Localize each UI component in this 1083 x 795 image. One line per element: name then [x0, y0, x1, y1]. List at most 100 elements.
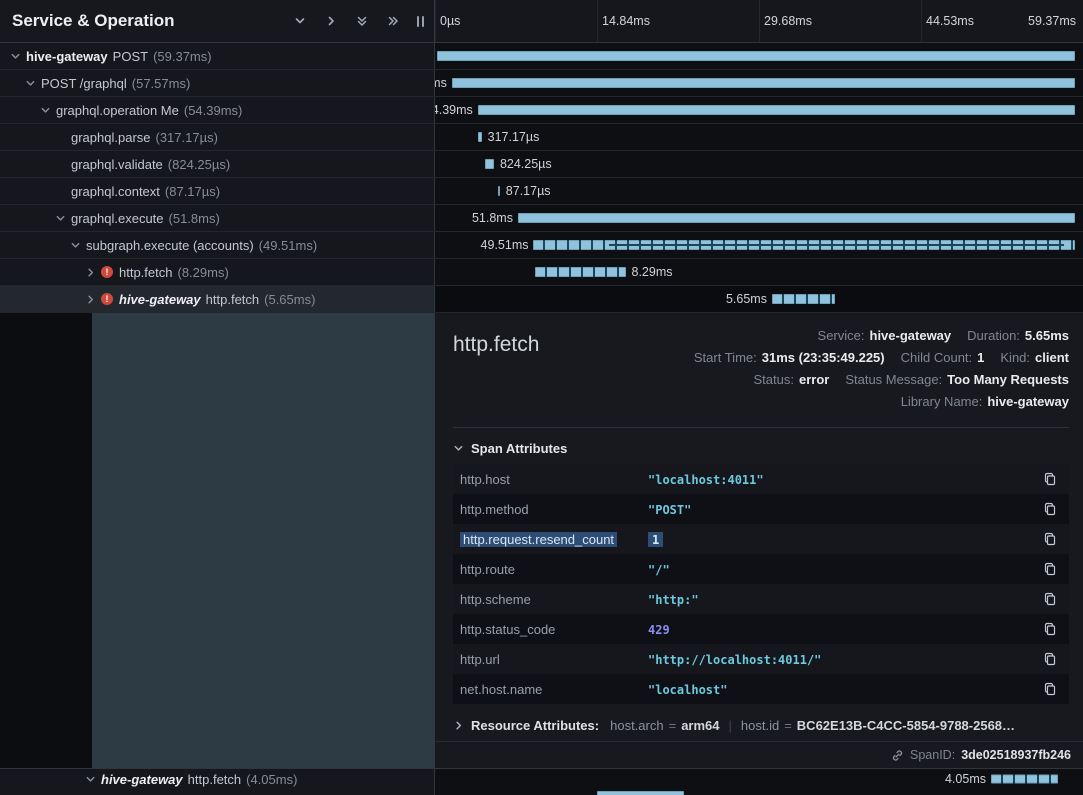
meta-kind: Kind:client	[1000, 350, 1069, 365]
span-attributes-toggle[interactable]: Span Attributes	[453, 441, 1069, 456]
link-icon[interactable]	[891, 749, 904, 762]
span-row-waterfall-cell: 87.17µs	[435, 178, 1083, 204]
resource-attributes-toggle[interactable]: Resource Attributes: host.arch=arm64|hos…	[453, 718, 1069, 733]
ruler-tick: 59.37ms	[1028, 14, 1076, 28]
span-row[interactable]: POST /graphql(57.57ms)57.57ms	[0, 70, 1083, 97]
span-bar[interactable]	[518, 213, 1075, 223]
span-row[interactable]: graphql.validate(824.25µs)824.25µs	[0, 151, 1083, 178]
copy-icon[interactable]	[1043, 472, 1057, 486]
span-duration: (87.17µs)	[165, 184, 220, 199]
span-row[interactable]: graphql.parse(317.17µs) 317.17µs	[0, 124, 1083, 151]
span-row[interactable]: graphql.context (87.17µs) 87.17µs	[0, 178, 1083, 205]
span-row[interactable]: hive-gatewayhttp.fetch(4.05ms)4.05ms	[0, 769, 1083, 789]
operation-name: http.fetch	[119, 265, 172, 280]
span-bar[interactable]	[498, 186, 500, 196]
spanid-label: SpanID:	[910, 748, 955, 762]
span-row[interactable]: subgraph.execute (accounts)(49.51ms)49.5…	[0, 232, 1083, 259]
span-row-selected[interactable]: !hive-gatewayhttp.fetch(5.65ms)5.65ms	[0, 286, 1083, 313]
span-row[interactable]: graphql.execute(51.8ms)51.8ms	[0, 205, 1083, 232]
meta-status: Status:error	[754, 372, 830, 387]
attribute-value-cell: "POST"	[648, 502, 1033, 517]
span-attributes-title: Span Attributes	[471, 441, 567, 456]
ruler-tick: 29.68ms	[764, 14, 812, 28]
copy-icon[interactable]	[1043, 592, 1057, 606]
bar-stripe	[609, 244, 1064, 246]
span-row-waterfall-cell: 51.8ms	[435, 205, 1083, 231]
span-detail-panel: http.fetch Service:hive-gatewayDuration:…	[435, 313, 1083, 768]
collapse-all-icon[interactable]	[356, 15, 368, 27]
copy-icon[interactable]	[1043, 502, 1057, 516]
topbar: Service & Operation 0µs14.84ms29.68ms44.…	[0, 0, 1083, 43]
selected-span-gutter	[0, 313, 435, 768]
span-bar[interactable]	[597, 791, 684, 795]
selected-span-indent-block	[92, 313, 434, 768]
attribute-value-cell: "http:"	[648, 592, 1033, 607]
span-bar[interactable]	[478, 105, 1075, 115]
attribute-key-cell: http.url	[460, 652, 648, 667]
span-bar[interactable]	[485, 159, 494, 169]
chevron-down-icon[interactable]	[8, 51, 23, 62]
span-bar[interactable]	[437, 51, 1075, 61]
span-bar[interactable]	[535, 267, 626, 277]
span-row[interactable]: !http.fetch(8.29ms)8.29ms	[0, 259, 1083, 286]
chevron-right-icon[interactable]	[83, 294, 98, 305]
ruler-tick: 14.84ms	[602, 14, 650, 28]
bar-duration-label: 317.17µs	[488, 130, 540, 144]
meta-label: Service:	[818, 328, 865, 343]
span-row-name-cell: !http.fetch(8.29ms)	[0, 259, 435, 285]
collapse-one-icon[interactable]	[294, 15, 306, 27]
operation-name: http.fetch	[188, 772, 241, 787]
copy-icon[interactable]	[1043, 652, 1057, 666]
attribute-row: http.method"POST"	[453, 494, 1069, 524]
attribute-row: http.host"localhost:4011"	[453, 464, 1069, 494]
chevron-down-icon[interactable]	[23, 78, 38, 89]
span-bar[interactable]	[533, 240, 1075, 250]
span-bar[interactable]	[478, 132, 482, 142]
operation-name: graphql.context	[71, 184, 160, 199]
meta-value: client	[1035, 350, 1069, 365]
attribute-value-cell: 429	[648, 622, 1033, 637]
chevron-right-icon[interactable]	[83, 267, 98, 278]
meta-value: 5.65ms	[1025, 328, 1069, 343]
copy-icon[interactable]	[1043, 532, 1057, 546]
divider	[453, 427, 1069, 428]
panel-resize-handle[interactable]	[415, 14, 426, 29]
span-row[interactable]: hive-gatewayPOST(59.37ms)	[0, 43, 1083, 70]
span-row-name-cell: hive-gatewayPOST(59.37ms)	[0, 43, 435, 69]
expand-one-icon[interactable]	[325, 15, 337, 27]
meta-value: error	[799, 372, 829, 387]
chevron-down-icon[interactable]	[53, 213, 68, 224]
copy-icon[interactable]	[1043, 682, 1057, 696]
error-icon: !	[101, 293, 113, 305]
meta-label: Duration:	[967, 328, 1020, 343]
chevron-down-icon[interactable]	[38, 105, 53, 116]
span-row[interactable]: graphql.operation Me(54.39ms)54.39ms	[0, 97, 1083, 124]
span-row-name-cell: subgraph.execute (accounts)(49.51ms)	[0, 232, 435, 258]
span-bar[interactable]	[772, 294, 835, 304]
span-duration: (317.17µs)	[156, 130, 218, 145]
attribute-key-cell: http.status_code	[460, 622, 648, 637]
span-title: http.fetch	[453, 333, 539, 357]
chevron-down-icon[interactable]	[83, 774, 98, 785]
copy-icon[interactable]	[1043, 562, 1057, 576]
attribute-key: http.url	[460, 652, 500, 667]
resource-value: arm64	[681, 718, 719, 733]
chevron-down-icon[interactable]	[68, 240, 83, 251]
attribute-row: http.url"http://localhost:4011/"	[453, 644, 1069, 674]
copy-icon[interactable]	[1043, 622, 1057, 636]
meta-library-name: Library Name:hive-gateway	[901, 394, 1069, 409]
resource-attributes-title: Resource Attributes:	[471, 718, 599, 733]
span-attributes-table: http.host"localhost:4011"http.method"POS…	[453, 464, 1069, 704]
span-row[interactable]	[0, 789, 1083, 795]
attribute-row: http.route"/"	[453, 554, 1069, 584]
operation-name: POST	[113, 49, 148, 64]
separator: |	[729, 718, 732, 733]
span-bar[interactable]	[452, 78, 1075, 88]
meta-status-message: Status Message:Too Many Requests	[845, 372, 1069, 387]
attribute-row: http.request.resend_count1	[453, 524, 1069, 554]
ruler-tick: 0µs	[440, 14, 460, 28]
span-bar[interactable]	[991, 775, 1058, 784]
span-row-name-cell: graphql.parse(317.17µs)	[0, 124, 435, 150]
spanid-value: 3de02518937fb246	[961, 748, 1071, 762]
expand-all-icon[interactable]	[387, 15, 399, 27]
